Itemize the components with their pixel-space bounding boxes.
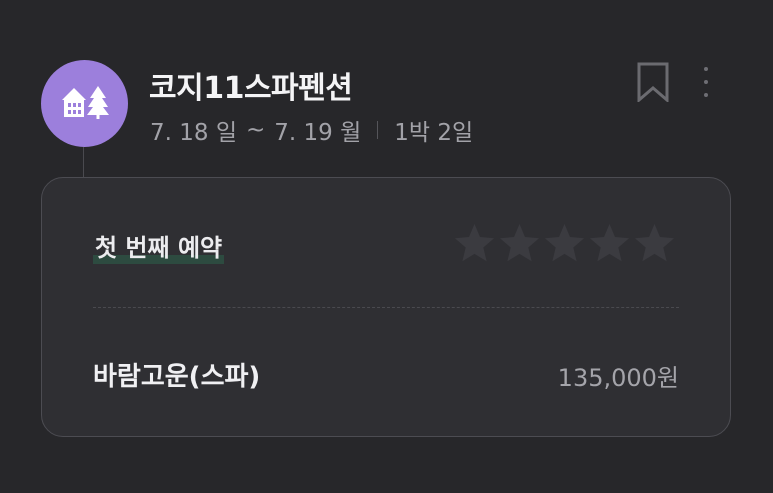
house-trees-icon	[61, 85, 109, 119]
room-price: 135,000원	[557, 364, 679, 392]
room-name: 바람고운(스파)	[93, 362, 261, 392]
star-icon[interactable]	[588, 222, 631, 265]
check-in-date: 7. 18 일	[150, 120, 237, 146]
stay-length: 1박 2일	[394, 120, 474, 146]
star-icon[interactable]	[498, 222, 541, 265]
more-dot	[704, 93, 708, 97]
star-icon[interactable]	[453, 222, 496, 265]
first-booking-label: 첫 번째 예약	[93, 228, 225, 264]
reservation-card: 첫 번째 예약 바람고운(스파) 135,000원	[41, 177, 731, 437]
stay-dates: 7. 18 일 ~ 7. 19 월 1박 2일	[150, 113, 473, 147]
date-range-separator: ~	[246, 117, 266, 143]
more-dot	[704, 80, 708, 84]
more-options-button[interactable]	[694, 62, 718, 102]
dashed-divider	[93, 307, 679, 308]
property-name[interactable]: 코지11스파펜션	[149, 63, 353, 107]
timeline-connector	[83, 147, 84, 177]
divider-bar	[377, 121, 379, 139]
star-icon[interactable]	[543, 222, 586, 265]
bookmark-icon	[637, 62, 669, 104]
bookmark-button[interactable]	[636, 62, 670, 104]
more-dot	[704, 67, 708, 71]
property-avatar	[41, 60, 128, 147]
star-icon[interactable]	[633, 222, 676, 265]
rating-stars[interactable]	[453, 222, 676, 265]
check-out-date: 7. 19 월	[274, 120, 362, 146]
